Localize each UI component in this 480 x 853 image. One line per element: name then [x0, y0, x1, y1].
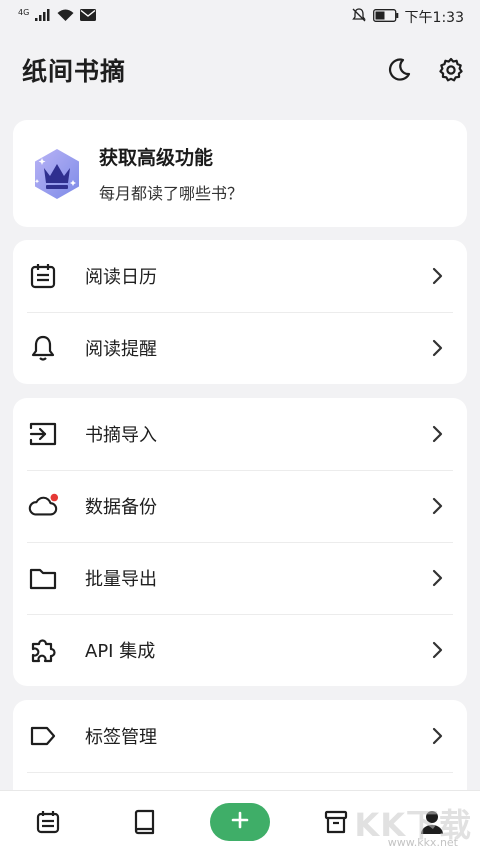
- menu-item-label: API 集成: [85, 641, 156, 662]
- chevron-right-icon: [425, 264, 449, 288]
- chevron-right-icon: [425, 336, 449, 360]
- import-icon: [27, 418, 59, 450]
- nav-calendar-icon[interactable]: [18, 797, 78, 847]
- premium-title: 获取高级功能: [99, 147, 214, 169]
- bottom-nav: [0, 790, 480, 853]
- menu-item-tag-management[interactable]: 标签管理: [13, 700, 467, 772]
- menu-item-label: 标签管理: [85, 727, 157, 748]
- add-button[interactable]: [210, 803, 270, 841]
- status-time: 下午1:33: [404, 10, 464, 26]
- calendar-icon: [27, 260, 59, 292]
- chevron-right-icon: [425, 494, 449, 518]
- menu-item-api-integration[interactable]: API 集成: [13, 614, 467, 686]
- menu-item-batch-export[interactable]: 批量导出: [13, 542, 467, 614]
- menu-item-import-excerpts[interactable]: 书摘导入: [13, 398, 467, 470]
- signal-icon: [35, 9, 51, 25]
- add-icon: [231, 811, 249, 833]
- menu-item-label: 批量导出: [85, 569, 157, 590]
- puzzle-icon: [27, 634, 59, 666]
- nav-profile-icon[interactable]: [402, 797, 462, 847]
- notification-dot: [50, 493, 59, 502]
- chevron-right-icon: [425, 638, 449, 662]
- wifi-icon: [57, 9, 74, 26]
- premium-card[interactable]: 获取高级功能 每月都读了哪些书？: [13, 120, 467, 227]
- chevron-right-icon: [425, 422, 449, 446]
- reading-settings-card: 阅读日历 阅读提醒: [13, 240, 467, 384]
- menu-item-data-backup[interactable]: 数据备份: [13, 470, 467, 542]
- mute-icon: [351, 7, 367, 27]
- nav-archive-icon[interactable]: [306, 797, 366, 847]
- folder-icon: [27, 562, 59, 594]
- menu-item-reading-reminder[interactable]: 阅读提醒: [13, 312, 467, 384]
- status-bar: 4G 下午1:33: [0, 0, 480, 34]
- menu-item-label: 书摘导入: [85, 425, 157, 446]
- moon-icon[interactable]: [384, 55, 414, 85]
- app-header: 纸间书摘: [0, 40, 480, 100]
- status-left: 4G: [18, 8, 97, 26]
- nav-book-icon[interactable]: [114, 797, 174, 847]
- menu-item-reading-calendar[interactable]: 阅读日历: [13, 240, 467, 312]
- menu-item-label: 数据备份: [85, 497, 157, 518]
- menu-item-label: 阅读提醒: [85, 339, 157, 360]
- chevron-right-icon: [425, 566, 449, 590]
- battery-icon: [372, 8, 399, 26]
- network-type: 4G: [18, 8, 30, 17]
- status-right: 下午1:33: [351, 7, 464, 27]
- header-actions: [384, 55, 466, 85]
- gear-icon[interactable]: [436, 55, 466, 85]
- tag-icon: [27, 720, 59, 752]
- page-title: 纸间书摘: [22, 57, 127, 86]
- data-tools-card: 书摘导入 数据备份 批量导出 API 集成: [13, 398, 467, 686]
- crown-badge-icon: [29, 146, 85, 202]
- menu-item-label: 阅读日历: [85, 267, 157, 288]
- mail-icon: [80, 9, 97, 25]
- chevron-right-icon: [425, 724, 449, 748]
- bell-icon: [27, 332, 59, 364]
- cloud-icon: [27, 490, 59, 522]
- premium-text: 获取高级功能 每月都读了哪些书？: [99, 143, 243, 204]
- premium-subtitle: 每月都读了哪些书？: [99, 184, 244, 203]
